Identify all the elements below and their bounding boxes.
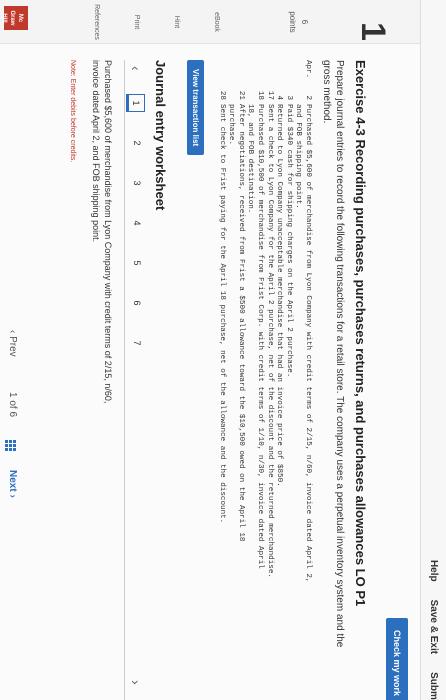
hint-link[interactable]: Hint (173, 2, 180, 42)
prev-button[interactable]: ‹ Prev (7, 330, 18, 357)
points-box: 6 points (286, 4, 310, 40)
next-button[interactable]: Next › (7, 470, 18, 498)
transaction-line: 17 Sent a check to Lyon Company for the A… (265, 90, 274, 578)
print-link[interactable]: Print (133, 2, 140, 42)
question-position: 1 of 6 (7, 392, 18, 418)
save-exit-link[interactable]: Save & Exit (428, 600, 439, 654)
view-transaction-list-button[interactable]: View transaction list (187, 60, 204, 156)
bottom-navigation: ‹ Prev 1 of 6 Next › (0, 0, 22, 700)
worksheet-page-1[interactable]: 1 (126, 94, 145, 112)
top-bar: Help Save & Exit Submit (420, 0, 446, 700)
transaction-line: 18 Purchased $10,500 of merchandise from … (256, 90, 265, 569)
worksheet-page-4[interactable]: 4 (132, 214, 142, 232)
transaction-line: 4 Returned to Lyon Company unacceptable m… (275, 95, 284, 487)
check-my-work-button[interactable]: Check my work (386, 617, 408, 700)
question-number: 1 (354, 22, 392, 41)
references-link[interactable]: References (93, 2, 100, 42)
worksheet-page-5[interactable]: 5 (132, 254, 142, 272)
submit-link[interactable]: Submit (428, 672, 439, 700)
chevron-right-icon[interactable]: › (128, 680, 144, 685)
screen: Help Save & Exit Submit 1 6 points eBook… (0, 0, 446, 700)
transaction-line: 21 After negotiations, received from Fris… (236, 90, 245, 542)
worksheet-page-3[interactable]: 3 (132, 174, 142, 192)
worksheet-description: Purchased $5,600 of merchandise from Lyo… (91, 60, 113, 404)
points-label: points (288, 11, 297, 33)
assignment-page: Help Save & Exit Submit 1 6 points eBook… (0, 0, 446, 700)
exercise-title: Exercise 4-3 Recording purchases, purcha… (353, 60, 368, 607)
transaction-list: Apr. 2 Purchased $5,600 of merchandise fro… (216, 60, 312, 700)
exercise-instructions: Prepare journal entries to record the fo… (321, 60, 345, 648)
worksheet-title: Journal entry worksheet (153, 60, 168, 211)
ebook-link[interactable]: eBook (213, 2, 220, 42)
help-link[interactable]: Help (428, 560, 439, 582)
next-label: Next (7, 470, 18, 492)
worksheet-page-6[interactable]: 6 (132, 294, 142, 312)
transaction-line: 3 Paid $340 cash for shipping charges on … (284, 95, 293, 378)
transaction-line: purchase. (227, 104, 236, 146)
transaction-line: 28 Sent check to Frist paying for the Apr… (217, 90, 226, 524)
points-value: 6 (300, 19, 309, 25)
chevron-left-icon[interactable]: ‹ (128, 66, 144, 71)
publisher-logo: Mc Graw Hill (1, 6, 28, 30)
left-rail: 1 6 points eBook Hint Print References (0, 0, 420, 44)
worksheet-page-7[interactable]: 7 (132, 334, 142, 352)
worksheet-note: Note: Enter debits before credits. (69, 60, 76, 163)
prev-label: Prev (7, 336, 18, 357)
transaction-line: 18, and FOB destination. (246, 104, 255, 214)
worksheet-page-2[interactable]: 2 (132, 134, 142, 152)
worksheet-pager: ‹ 1 2 3 4 5 6 7 › (124, 60, 146, 700)
transaction-line: and FOB shipping point. (294, 104, 303, 209)
transaction-line: Apr. 2 Purchased $5,600 of merchandise fro… (304, 60, 312, 583)
grid-icon[interactable] (5, 440, 16, 451)
